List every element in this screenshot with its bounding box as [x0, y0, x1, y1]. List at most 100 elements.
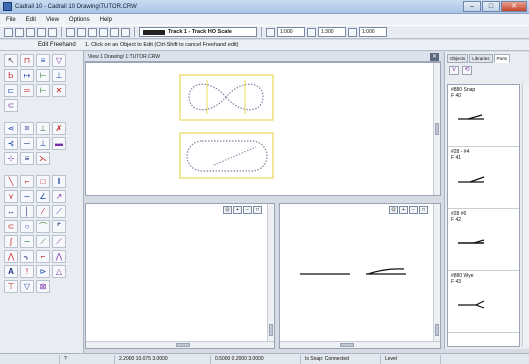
drawing-view-bottom-right[interactable]: ⊡ + − □: [279, 203, 441, 349]
yard-tool-icon[interactable]: ⊹: [4, 152, 18, 165]
flip-tool-icon[interactable]: ⊳: [36, 265, 50, 278]
maximize-button[interactable]: □: [482, 1, 500, 12]
vertical-line-icon[interactable]: │: [20, 205, 34, 218]
angle-icon[interactable]: [348, 27, 357, 37]
diagonal-tool-icon[interactable]: ⁄: [36, 205, 50, 218]
zoom-out-icon[interactable]: −: [243, 206, 252, 214]
vertical-scrollbar[interactable]: [433, 63, 440, 195]
split-tool-icon[interactable]: ⊥: [36, 122, 50, 135]
zoom-in-icon[interactable]: +: [233, 206, 242, 214]
open-file-icon[interactable]: [15, 27, 24, 37]
wave-tool-icon[interactable]: ∽: [20, 190, 34, 203]
menu-edit[interactable]: Edit: [26, 17, 36, 23]
zoom-window-icon[interactable]: □: [253, 206, 262, 214]
list-item[interactable]: #28 - #4 F 41: [448, 147, 519, 209]
vertical-scrollbar[interactable]: [267, 204, 274, 348]
circle-tool-icon[interactable]: ⊂: [4, 220, 18, 233]
hill-tool-icon[interactable]: ⋀: [4, 250, 18, 263]
dimension-tool-icon[interactable]: ↔: [4, 205, 18, 218]
list-item[interactable]: #880 Wye F 43: [448, 271, 519, 333]
snap-icon[interactable]: [307, 27, 316, 37]
jog-tool-icon[interactable]: ⌐: [36, 250, 50, 263]
select-area-icon[interactable]: ⊂: [4, 99, 18, 112]
ellipse-tool-icon[interactable]: ○: [20, 220, 34, 233]
spline-tool-icon[interactable]: ∼: [20, 235, 34, 248]
signal-tool-icon[interactable]: ⊥: [36, 137, 50, 150]
straight-track-icon[interactable]: ─: [20, 137, 34, 150]
slant-tool-icon[interactable]: ⟋: [52, 205, 66, 218]
crossing-tool-icon[interactable]: ✗: [52, 122, 66, 135]
gauge-tool-icon[interactable]: ═: [20, 84, 34, 97]
part-rotate-icon[interactable]: ⟲: [462, 66, 472, 75]
triangle-tool-icon[interactable]: △: [52, 265, 66, 278]
zoom-in-icon[interactable]: [99, 27, 108, 37]
turnout-tool-icon[interactable]: ⋖: [4, 122, 18, 135]
arc-tool-icon[interactable]: ⌒: [36, 220, 50, 233]
menu-view[interactable]: View: [46, 17, 59, 23]
menu-help[interactable]: Help: [100, 17, 112, 23]
new-file-icon[interactable]: [4, 27, 13, 37]
corner-tool-icon[interactable]: ⌜: [52, 220, 66, 233]
freehand-tool-icon[interactable]: ∫: [4, 235, 18, 248]
slope-tool-icon[interactable]: ⟋: [52, 235, 66, 248]
tab-libraries[interactable]: Libraries: [469, 54, 493, 63]
scissors-tool-icon[interactable]: ⋋: [36, 152, 50, 165]
peak-tool-icon[interactable]: ⋀: [52, 250, 66, 263]
refresh-icon[interactable]: [121, 27, 130, 37]
horizontal-scrollbar[interactable]: [86, 341, 274, 348]
curve-tool-icon[interactable]: Ꮟ: [4, 69, 18, 82]
horizontal-splitter[interactable]: [85, 196, 441, 203]
angle-tool-icon[interactable]: ∠: [36, 190, 50, 203]
menu-options[interactable]: Options: [69, 17, 90, 23]
track-type-select[interactable]: Track 1 - Track HO Scale: [139, 27, 257, 37]
insert-tool-icon[interactable]: ↦: [20, 69, 34, 82]
minimize-button[interactable]: –: [463, 1, 481, 12]
polyline-tool-icon[interactable]: ⌐: [20, 175, 34, 188]
zigzag-tool-icon[interactable]: ⋎: [4, 190, 18, 203]
table-tool-icon[interactable]: ⊤: [4, 280, 18, 293]
arrow-tool-icon[interactable]: ↗: [52, 190, 66, 203]
list-item[interactable]: #28 #6 F 42: [448, 209, 519, 271]
parallel-tool-icon[interactable]: =: [20, 122, 34, 135]
tab-parts[interactable]: Parts: [493, 54, 511, 63]
bars-tool-icon[interactable]: ‖: [52, 175, 66, 188]
filter-tool-icon[interactable]: ▽: [20, 280, 34, 293]
scale-select-a[interactable]: 1:000: [277, 27, 305, 37]
funnel-tool-icon[interactable]: ▽: [52, 54, 66, 67]
flex-tool-icon[interactable]: ⊢: [36, 69, 50, 82]
horizontal-scrollbar[interactable]: [280, 341, 440, 348]
parts-scrollbar[interactable]: [522, 84, 529, 347]
tab-objects[interactable]: Objects: [447, 54, 469, 63]
connect-tool-icon[interactable]: ⊢: [36, 84, 50, 97]
menu-file[interactable]: File: [6, 17, 16, 23]
pointer-tool-icon[interactable]: ↖: [4, 54, 18, 67]
print-icon[interactable]: [66, 27, 75, 37]
grid-icon[interactable]: [266, 27, 275, 37]
scale-select-b[interactable]: 1:300: [318, 27, 346, 37]
document-tab[interactable]: View 1 Drawing/ 1:TUTOR.CRW: [85, 54, 160, 60]
scale-select-c[interactable]: 1:000: [359, 27, 387, 37]
train-tool-icon[interactable]: ▬: [52, 137, 66, 150]
clip-tool-icon[interactable]: ⊏: [4, 84, 18, 97]
bridge-tool-icon[interactable]: ⊓: [20, 54, 34, 67]
step-tool-icon[interactable]: ⌍: [20, 250, 34, 263]
list-item[interactable]: #880 Snap F 40: [448, 85, 519, 147]
double-track-icon[interactable]: ≡: [20, 152, 34, 165]
line-tool-icon[interactable]: ╲: [4, 175, 18, 188]
bezier-tool-icon[interactable]: ⟋: [36, 235, 50, 248]
rectangle-tool-icon[interactable]: □: [36, 175, 50, 188]
close-button[interactable]: ✕: [501, 1, 527, 12]
exclaim-tool-icon[interactable]: !: [20, 265, 34, 278]
measure-tool-icon[interactable]: ⊥: [52, 69, 66, 82]
save-icon[interactable]: [26, 27, 35, 37]
drawing-view-top[interactable]: [85, 62, 441, 196]
drawing-view-bottom-left[interactable]: ⊡ + − □: [85, 203, 275, 349]
part-pick-icon[interactable]: ⋎: [449, 66, 459, 75]
vertical-scrollbar[interactable]: [433, 204, 440, 348]
undo-icon[interactable]: [37, 27, 46, 37]
close-document-icon[interactable]: ✕: [430, 53, 439, 61]
cut-icon[interactable]: [77, 27, 86, 37]
copy-icon[interactable]: [88, 27, 97, 37]
zoom-fit-icon[interactable]: ⊡: [223, 206, 232, 214]
redo-icon[interactable]: [48, 27, 57, 37]
